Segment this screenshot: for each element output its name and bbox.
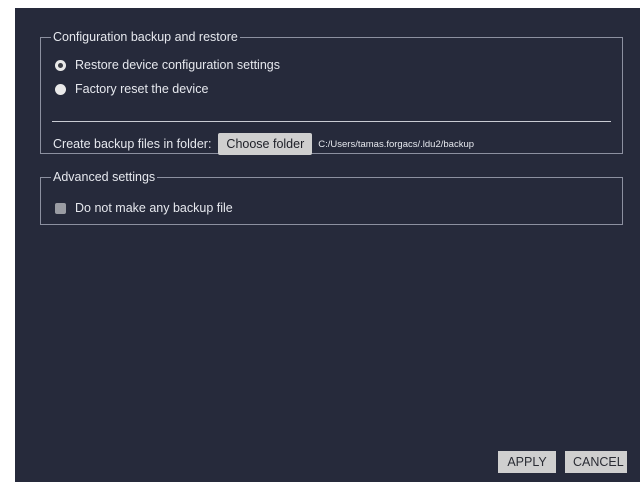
- restore-config-radio[interactable]: [55, 59, 66, 71]
- restore-config-option[interactable]: Restore device configuration settings: [55, 58, 280, 72]
- advanced-settings-legend: Advanced settings: [53, 170, 156, 184]
- backup-settings-panel: Configuration backup and restore Restore…: [15, 8, 640, 482]
- backup-restore-group: Configuration backup and restore Restore…: [40, 30, 623, 155]
- advanced-settings-group: Advanced settings Do not make any backup…: [40, 170, 623, 225]
- choose-folder-button[interactable]: Choose folder: [218, 133, 313, 155]
- backup-restore-legend: Configuration backup and restore: [53, 30, 238, 44]
- factory-reset-label: Factory reset the device: [75, 82, 209, 96]
- no-backup-option[interactable]: Do not make any backup file: [55, 201, 233, 215]
- factory-reset-option[interactable]: Factory reset the device: [55, 82, 208, 96]
- section-divider: [52, 121, 611, 122]
- backup-folder-path: C:/Users/tamas.forgacs/.ldu2/backup: [318, 138, 475, 150]
- backup-folder-label: Create backup files in folder:: [53, 137, 212, 151]
- restore-config-label: Restore device configuration settings: [75, 58, 280, 72]
- cancel-button[interactable]: CANCEL: [565, 451, 627, 473]
- no-backup-label: Do not make any backup file: [75, 201, 233, 215]
- apply-button[interactable]: APPLY: [498, 451, 556, 473]
- backup-folder-row: Create backup files in folder: Choose fo…: [53, 133, 474, 155]
- factory-reset-radio[interactable]: [55, 83, 66, 95]
- no-backup-checkbox[interactable]: [55, 202, 66, 214]
